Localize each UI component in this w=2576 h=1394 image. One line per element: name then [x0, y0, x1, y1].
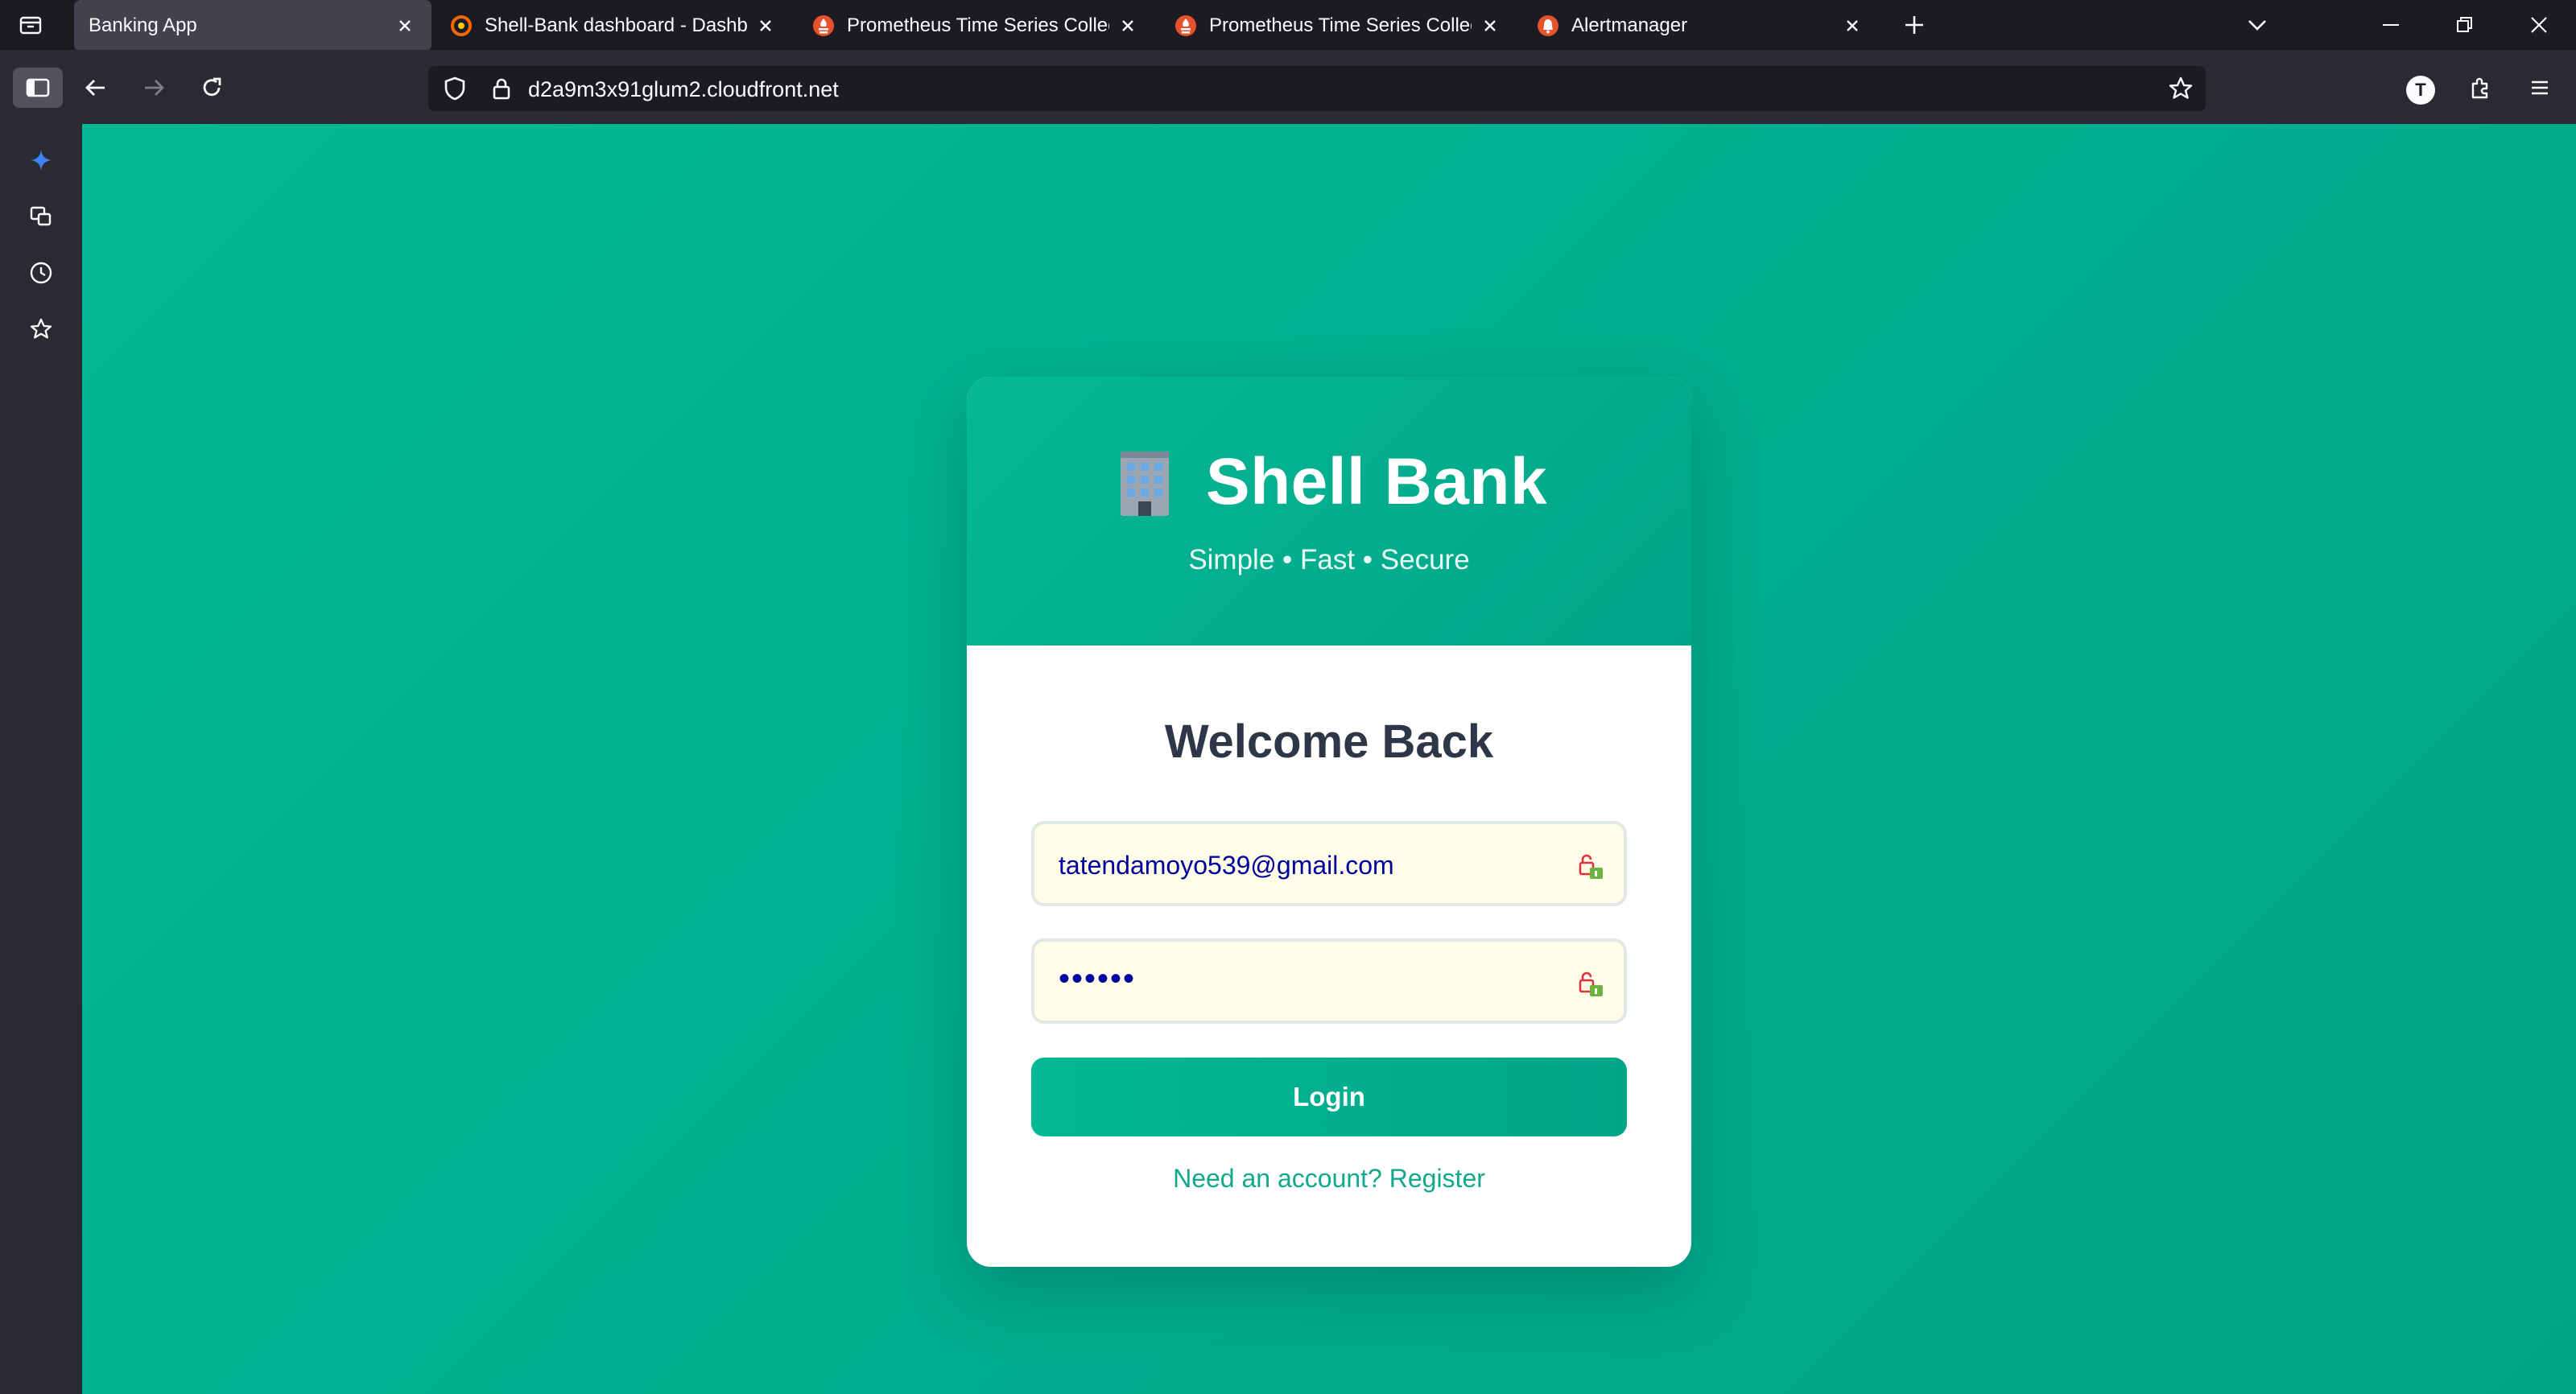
extensions-button[interactable] — [2455, 68, 2505, 108]
office-building-icon — [1120, 452, 1169, 516]
welcome-heading: Welcome Back — [1164, 716, 1494, 768]
url-text[interactable]: d2a9m3x91glum2.cloudfront.net — [528, 77, 839, 102]
restore-icon — [2457, 17, 2472, 32]
browser-sidebar — [0, 124, 82, 1394]
tab-title: Alertmanager — [1571, 14, 1688, 36]
firefox-view-icon — [19, 16, 42, 35]
bookmark-star-icon[interactable] — [2167, 75, 2194, 102]
minimize-icon — [2383, 24, 2399, 26]
firefox-view-button[interactable] — [11, 8, 50, 42]
tab-strip: Banking App Shell-Bank dashboard - Dashb… — [0, 0, 2576, 52]
login-button[interactable]: Login — [1031, 1058, 1627, 1136]
password-value: •••••• — [1059, 961, 1137, 996]
sidebar-toggle-button[interactable] — [13, 68, 63, 108]
alertmanager-icon — [1536, 14, 1560, 38]
card-header: Shell Bank Simple • Fast • Secure — [967, 377, 1691, 645]
login-card: Shell Bank Simple • Fast • Secure Welcom… — [967, 377, 1691, 1267]
close-tab-icon[interactable] — [1116, 14, 1140, 38]
ai-sparkle-icon — [31, 150, 52, 171]
close-window-button[interactable] — [2521, 8, 2557, 42]
back-button[interactable] — [71, 68, 121, 108]
tagline: Simple • Fast • Secure — [1188, 544, 1470, 575]
tab-prometheus-1[interactable]: Prometheus Time Series Collect — [797, 2, 1154, 50]
minimize-button[interactable] — [2373, 8, 2409, 42]
tab-title: Shell-Bank dashboard - Dashbo — [485, 14, 747, 36]
back-arrow-icon — [85, 80, 105, 96]
close-tab-icon[interactable] — [1478, 14, 1502, 38]
page-content: Shell Bank Simple • Fast • Secure Welcom… — [82, 124, 2576, 1394]
bookmarks-icon — [30, 318, 52, 339]
puzzle-icon — [2471, 77, 2488, 99]
tab-banking-app[interactable]: Banking App — [74, 0, 431, 52]
email-value: tatendamoyo539@gmail.com — [1059, 851, 1394, 880]
bank-name: Shell Bank — [1205, 445, 1548, 518]
tab-grafana-dashboard[interactable]: Shell-Bank dashboard - Dashbo — [435, 2, 792, 50]
prometheus-icon — [1174, 14, 1198, 38]
account-avatar[interactable]: T — [2406, 76, 2435, 105]
chevron-down-icon — [2248, 20, 2266, 31]
hamburger-menu-icon — [2532, 80, 2548, 95]
synced-tabs-button[interactable] — [21, 196, 61, 237]
bookmarks-button[interactable] — [21, 309, 61, 349]
tab-title: Prometheus Time Series Collect — [847, 14, 1109, 36]
close-icon — [2531, 17, 2547, 33]
sidebar-icon — [26, 78, 50, 97]
lock-icon[interactable] — [488, 75, 515, 102]
grafana-icon — [449, 14, 473, 38]
history-icon — [30, 262, 52, 284]
restore-button[interactable] — [2447, 8, 2483, 42]
app-menu-button[interactable] — [2515, 68, 2565, 108]
shield-icon[interactable] — [441, 75, 469, 102]
close-tab-icon[interactable] — [1840, 14, 1864, 38]
history-button[interactable] — [21, 253, 61, 293]
tab-prometheus-2[interactable]: Prometheus Time Series Collect — [1159, 2, 1517, 50]
tab-title: Prometheus Time Series Collect — [1209, 14, 1472, 36]
email-field[interactable]: tatendamoyo539@gmail.com — [1031, 821, 1627, 906]
synced-tabs-icon — [30, 206, 52, 226]
brand: Shell Bank — [967, 377, 1691, 520]
register-link[interactable]: Need an account? Register — [967, 1164, 1691, 1194]
close-tab-icon[interactable] — [393, 14, 417, 38]
reload-icon — [203, 77, 221, 97]
password-field[interactable]: •••••• — [1031, 938, 1627, 1024]
forward-button[interactable] — [129, 68, 179, 108]
password-manager-icon[interactable] — [1575, 852, 1606, 882]
list-all-tabs-button[interactable] — [2240, 8, 2275, 42]
navigation-toolbar: d2a9m3x91glum2.cloudfront.net T — [0, 50, 2576, 124]
forward-arrow-icon — [145, 80, 164, 96]
address-bar[interactable]: d2a9m3x91glum2.cloudfront.net — [428, 66, 2206, 111]
new-tab-button[interactable] — [1897, 8, 1932, 42]
reload-button[interactable] — [187, 68, 237, 108]
ai-chatbot-button[interactable] — [21, 140, 61, 180]
tab-alertmanager[interactable]: Alertmanager — [1521, 2, 1879, 50]
close-tab-icon[interactable] — [753, 14, 778, 38]
prometheus-icon — [811, 14, 836, 38]
tab-title: Banking App — [89, 14, 197, 36]
login-form: Welcome Back tatendamoyo539@gmail.com ••… — [967, 645, 1691, 1267]
password-manager-icon[interactable] — [1575, 969, 1606, 1000]
plus-icon — [1905, 16, 1923, 34]
